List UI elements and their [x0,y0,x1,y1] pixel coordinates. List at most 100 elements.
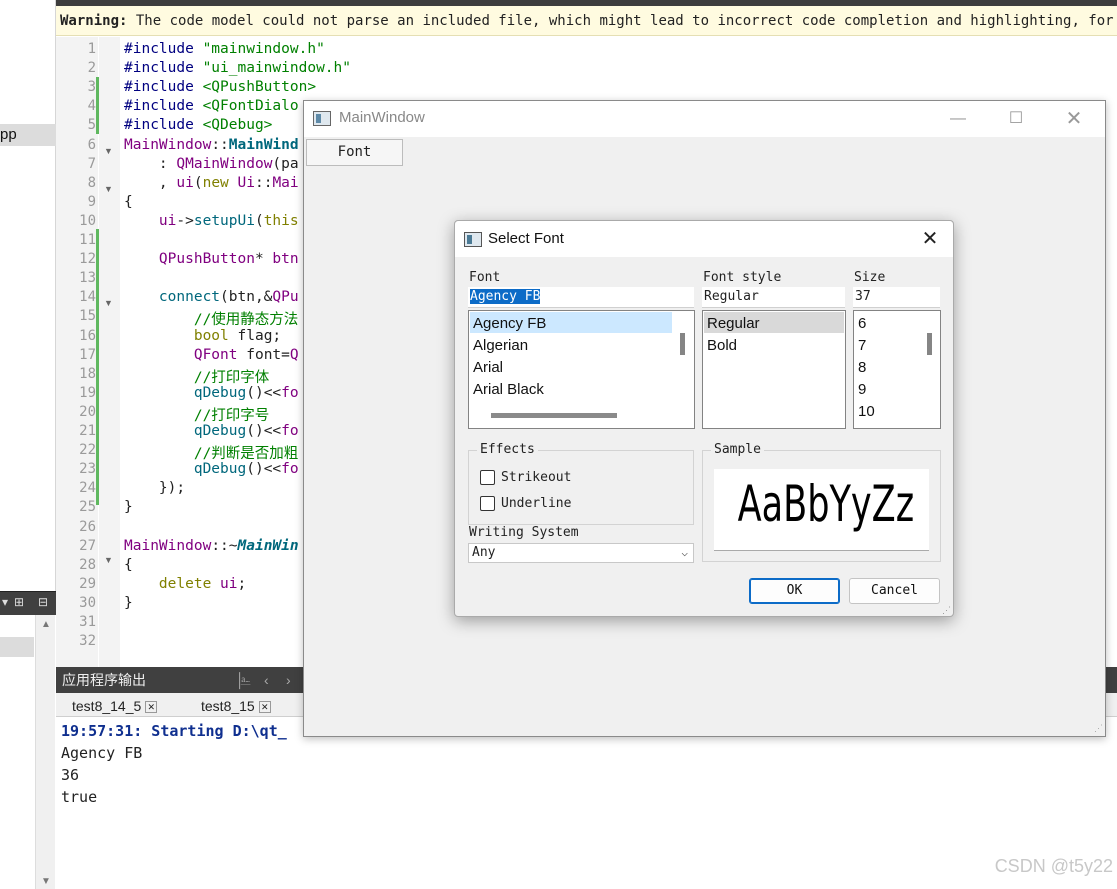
line-number: 21 [79,423,96,439]
code-token: , [124,174,177,191]
close-pane-icon[interactable]: ⊟ [38,595,48,609]
font-input[interactable]: Agency FB [468,287,694,308]
clean-output-icon[interactable]: ⎁ [240,667,251,693]
line-number: 12 [79,251,96,268]
line-number: 24 [79,480,96,497]
code-line: } [124,595,133,611]
code-token: ()<< [246,384,282,401]
dialog-titlebar[interactable]: Select Font ✕ [455,221,953,257]
font-list-item[interactable]: Arial Black [473,381,544,398]
output-tab[interactable]: test8_14_5 ✕ [72,696,158,716]
code-token: QPu [272,289,299,306]
code-line: #include <QFontDialo [124,98,299,114]
line-number: 18 [79,365,96,382]
size-list-item[interactable]: 7 [858,337,866,354]
code-token: connect [158,289,221,306]
line-number: 16 [79,327,96,344]
line-number: 1 [87,41,96,57]
code-token: ui [220,575,238,592]
code-token: :: [211,136,229,153]
style-list-item[interactable]: Bold [707,337,737,354]
project-file-item[interactable]: pp [0,124,56,146]
minimize-icon[interactable]: — [943,106,973,132]
main-window-titlebar[interactable]: MainWindow — ☐ ✕ [304,101,1105,137]
font-input-value: Agency FB [470,289,541,304]
font-list-item[interactable]: Arial [473,359,503,376]
scroll-up-icon[interactable]: ▲ [41,619,51,630]
code-token: qDebug [193,423,247,439]
writing-system-combo[interactable]: Any ⌵ [468,543,694,563]
strikeout-checkbox[interactable] [480,470,495,485]
ok-button[interactable]: OK [749,578,840,604]
filter-icon[interactable]: ▾ [2,595,8,609]
cancel-button[interactable]: Cancel [849,578,940,604]
underline-checkbox[interactable] [480,496,495,511]
maximize-icon[interactable]: ☐ [1001,106,1031,132]
next-arrow-icon[interactable]: › [286,667,291,693]
fold-arrow-icon[interactable]: ▼ [104,555,113,565]
size-list-scrollbar[interactable] [927,333,932,355]
code-token: * [254,251,273,268]
font-list-hscrollbar[interactable] [491,413,617,418]
fold-arrow-icon[interactable]: ▼ [104,184,113,194]
code-line: delete ui; [124,576,246,592]
warning-prefix: Warning: [60,13,128,29]
fold-arrow-icon[interactable]: ▼ [104,298,113,308]
code-token: Q [289,346,299,363]
split-icon[interactable]: ⊞ [14,595,24,609]
left-pane-selected-row[interactable] [0,637,34,657]
code-line: //判断是否加粗 [124,442,298,463]
resize-grip-icon[interactable]: ⋰ [942,605,951,616]
code-token: #include [124,98,203,115]
font-style-input[interactable]: Regular [702,287,845,308]
code-line: { [124,557,133,573]
close-icon[interactable]: ✕ [1059,106,1089,132]
fold-arrow-icon[interactable]: ▼ [104,146,113,156]
style-list-item[interactable]: Regular [707,315,760,332]
font-list[interactable]: Agency FB Algerian Arial Arial Black [468,310,695,429]
left-pane-scrollbar[interactable]: ▲ ▼ [35,615,55,889]
code-token: font= [246,346,290,363]
resize-grip-icon[interactable]: ⋰ [1094,723,1103,734]
code-token: <QPushButton> [202,79,317,96]
font-style-label: Font style [703,270,782,285]
code-token: } [124,594,133,611]
prev-arrow-icon[interactable]: ‹ [264,667,269,693]
close-icon[interactable]: ✕ [917,226,943,252]
sample-preview-text: AaBbYyZz [737,475,915,533]
code-token: <QFontDialo [202,98,299,115]
line-number: 13 [79,270,96,287]
font-list-item[interactable]: Algerian [473,337,528,354]
line-number: 31 [79,614,96,630]
font-label: Font [469,270,501,285]
size-input[interactable]: 37 [853,287,940,308]
close-tab-icon[interactable]: ✕ [258,701,271,714]
effects-label: Effects [477,442,538,457]
size-list-item[interactable]: 10 [858,403,875,420]
font-style-list[interactable]: Regular Bold [702,310,846,429]
size-list[interactable]: 6 7 8 9 10 [853,310,941,429]
code-token: } [124,499,133,516]
font-list-item[interactable]: Agency FB [473,315,546,332]
scroll-down-icon[interactable]: ▼ [41,876,51,887]
line-number: 10 [79,212,96,229]
code-line: qDebug()<<fo [124,461,299,477]
size-list-item[interactable]: 6 [858,315,866,332]
size-list-item[interactable]: 9 [858,381,866,398]
close-tab-icon[interactable]: ✕ [145,701,158,714]
line-number: 32 [79,633,96,650]
output-tab[interactable]: test8_15 ✕ [201,696,271,716]
font-button[interactable]: Font [306,139,403,166]
font-list-scrollbar[interactable] [680,333,685,355]
size-list-item[interactable]: 8 [858,359,866,376]
code-token: setupUi [193,212,255,229]
code-token: ()<< [246,423,282,439]
code-token: btn [272,251,299,268]
size-input-value: 37 [855,289,871,304]
change-marker [96,229,99,505]
code-token: fo [281,384,299,401]
